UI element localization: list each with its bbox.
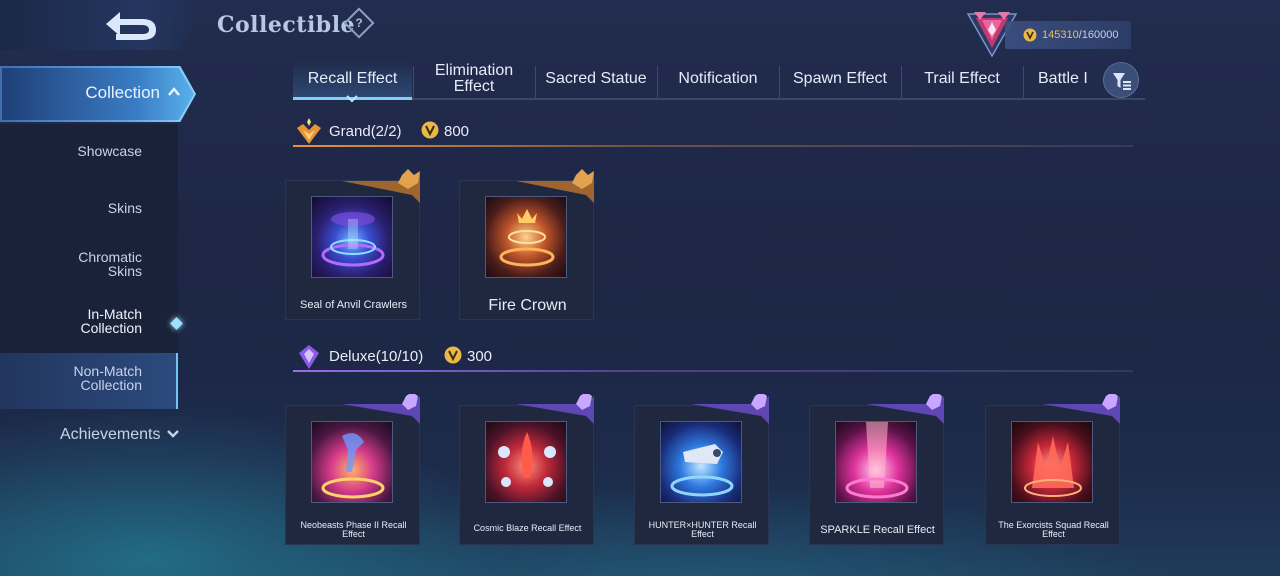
category-tabs: Recall Effect Elimination Effect Sacred … xyxy=(293,60,1145,103)
sidebar-item-non-match-collection[interactable]: Non-Match Collection xyxy=(74,364,142,392)
item-name: Seal of Anvil Crawlers xyxy=(300,299,407,311)
deluxe-corner-ribbon-icon xyxy=(866,394,944,424)
back-arrow-icon xyxy=(106,12,156,40)
item-name: Cosmic Blaze Recall Effect xyxy=(460,524,595,533)
points-current: 145310 xyxy=(1042,29,1079,41)
tab-label: Battle I xyxy=(1038,70,1088,87)
tab-elimination-effect[interactable]: Elimination Effect xyxy=(414,60,534,98)
deluxe-item-card[interactable]: HUNTER×HUNTER Recall Effect xyxy=(634,394,770,545)
anvil-crawlers-recall-art xyxy=(311,196,393,278)
sidebar-item-label: Showcase xyxy=(77,143,142,159)
tab-spawn-effect[interactable]: Spawn Effect xyxy=(780,60,900,98)
tab-label: Spawn Effect xyxy=(793,70,887,87)
item-name-line: SPARKLE Recall Effect xyxy=(820,524,935,536)
grand-section-header: Grand(2/2) 800 xyxy=(293,118,1138,148)
tab-trail-effect[interactable]: Trail Effect xyxy=(902,60,1022,98)
tab-label: Elimination xyxy=(434,62,514,79)
fire-crown-recall-art xyxy=(485,196,567,278)
tab-label: Trail Effect xyxy=(924,70,1000,87)
item-name-line: Effect xyxy=(342,529,365,539)
tab-notification[interactable]: Notification xyxy=(658,60,778,98)
sidebar-collection-header[interactable]: Collection xyxy=(0,66,196,122)
sidebar-item-showcase[interactable]: Showcase xyxy=(77,144,142,158)
sparkle-recall-art xyxy=(835,421,917,503)
deluxe-corner-ribbon-icon xyxy=(342,394,420,424)
deluxe-corner-ribbon-icon xyxy=(1042,394,1120,424)
sidebar-item-label: Skins xyxy=(107,200,142,216)
deluxe-section-title: Deluxe(10/10) xyxy=(329,348,424,365)
active-tab-marker-icon xyxy=(346,95,358,103)
item-name: Neobeasts Phase II Recall Effect xyxy=(286,521,421,539)
page-title: Collectible xyxy=(217,12,356,38)
exorcists-recall-art xyxy=(1011,421,1093,503)
chevron-up-icon xyxy=(168,87,180,96)
neobeasts-recall-art xyxy=(311,421,393,503)
back-button[interactable] xyxy=(0,0,205,50)
sidebar-item-label: Skins xyxy=(107,263,142,279)
deluxe-item-card[interactable]: Neobeasts Phase II Recall Effect xyxy=(285,394,421,545)
tab-label: Recall Effect xyxy=(307,70,398,87)
deluxe-section-header: Deluxe(10/10) 300 xyxy=(293,343,1138,373)
price-coin-icon xyxy=(444,346,462,364)
grand-section-price: 800 xyxy=(444,123,470,140)
sidebar-item-label: In-Match xyxy=(87,306,142,322)
item-name-line: Effect xyxy=(1042,529,1065,539)
filter-button[interactable] xyxy=(1103,62,1139,98)
sidebar-item-label: Collection xyxy=(80,320,142,336)
tab-label: Sacred Statue xyxy=(545,70,647,87)
sidebar-collection-label: Collection xyxy=(85,83,160,102)
tab-label: Notification xyxy=(678,70,758,87)
tab-label: Effect xyxy=(453,78,495,95)
tab-sacred-statue[interactable]: Sacred Statue xyxy=(536,60,656,98)
deluxe-item-card[interactable]: The Exorcists Squad Recall Effect xyxy=(985,394,1121,545)
collection-points: 145310/160000 xyxy=(1005,21,1131,49)
tab-battle[interactable]: Battle I xyxy=(1024,60,1092,98)
filter-icon xyxy=(1113,73,1131,90)
sidebar-item-label: Chromatic xyxy=(78,249,142,265)
points-coin-icon xyxy=(1023,28,1037,42)
collectible-screen: Collectible ? 145310/160000 Collection S… xyxy=(0,0,1280,576)
grand-item-card[interactable]: Seal of Anvil Crawlers xyxy=(285,169,420,320)
deluxe-item-card[interactable]: Cosmic Blaze Recall Effect xyxy=(459,394,595,545)
price-coin-icon xyxy=(421,121,439,139)
sidebar-panel: Showcase Skins Chromatic Skins In-Match … xyxy=(0,124,178,409)
sidebar-item-in-match-collection[interactable]: In-Match Collection xyxy=(81,307,142,335)
item-name: The Exorcists Squad Recall Effect xyxy=(986,521,1121,539)
item-name-line: Effect xyxy=(691,529,714,539)
item-name: SPARKLE Recall Effect xyxy=(810,524,945,536)
sidebar-achievements-label: Achievements xyxy=(60,426,161,443)
tab-recall-effect[interactable]: Recall Effect xyxy=(293,60,412,98)
sidebar-item-skins[interactable]: Skins xyxy=(108,201,142,215)
grand-tier-icon xyxy=(297,118,321,144)
sidebar-item-chromatic-skins[interactable]: Chromatic Skins xyxy=(78,250,142,278)
grand-section-title: Grand(2/2) xyxy=(329,123,402,140)
deluxe-corner-ribbon-icon xyxy=(516,394,594,424)
deluxe-corner-ribbon-icon xyxy=(691,394,769,424)
sidebar-item-label: Non-Match xyxy=(73,363,142,379)
deluxe-section-price: 300 xyxy=(467,348,493,365)
sidebar: Collection Showcase Skins Chromatic Skin… xyxy=(0,66,200,466)
sidebar-achievements[interactable]: Achievements xyxy=(60,426,179,444)
sidebar-item-label: Collection xyxy=(80,377,142,393)
deluxe-item-card[interactable]: SPARKLE Recall Effect xyxy=(809,394,945,545)
item-name: Fire Crown xyxy=(488,297,567,314)
hunter-hunter-recall-art xyxy=(660,421,742,503)
item-name-line: Cosmic Blaze Recall Effect xyxy=(473,523,582,533)
deluxe-tier-icon xyxy=(299,345,319,369)
item-name: HUNTER×HUNTER Recall Effect xyxy=(635,521,770,539)
cosmic-blaze-recall-art xyxy=(485,421,567,503)
grand-item-card[interactable]: Fire Crown xyxy=(459,169,594,320)
chevron-down-icon xyxy=(166,430,179,438)
points-max: /160000 xyxy=(1078,29,1119,41)
